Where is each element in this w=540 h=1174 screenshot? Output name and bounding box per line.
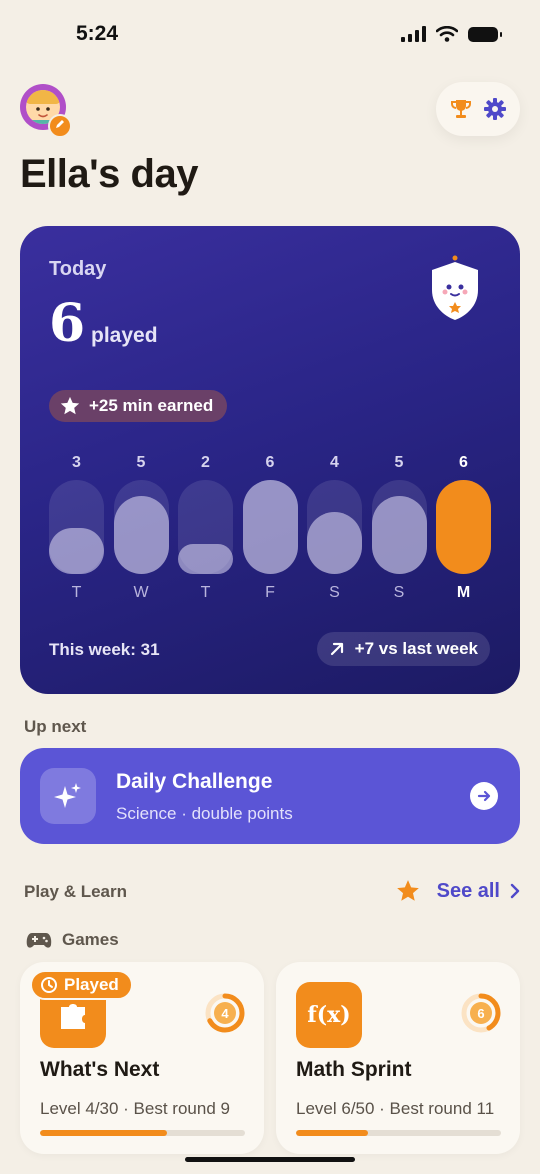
- bar-day-label: W: [133, 584, 149, 601]
- bar-value-label: 5: [136, 454, 146, 471]
- weekly-bar-chart: 3T5W2T6F4S5S6M: [49, 454, 491, 606]
- game-progress: [296, 1130, 501, 1136]
- bar-day-label: S: [393, 584, 405, 601]
- week-total: This week: 31: [49, 640, 160, 659]
- bar-track: [242, 480, 298, 574]
- daily-challenge-card[interactable]: Daily Challenge Science · double points: [20, 748, 520, 844]
- game-progress-fill: [40, 1130, 168, 1136]
- played-text: Played: [64, 975, 119, 994]
- sparkles-icon: [40, 768, 96, 824]
- bar-value-label: 6: [459, 454, 468, 471]
- game-progress: [40, 1130, 245, 1136]
- game-card-whats-next[interactable]: Played 4 What's Next Level 4/30 · Best r…: [20, 962, 264, 1154]
- arrow-right-icon[interactable]: [470, 782, 498, 810]
- see-all-link[interactable]: See all: [395, 878, 520, 904]
- bar: [436, 480, 491, 574]
- bar-column[interactable]: 6F: [242, 454, 298, 606]
- bar-column[interactable]: 6M: [436, 454, 491, 606]
- bar-track: [113, 480, 169, 574]
- game-progress-fill: [296, 1130, 368, 1136]
- level-ring: 4: [205, 993, 245, 1033]
- game-name: What's Next: [40, 1058, 160, 1081]
- ring-value: 6: [477, 1006, 484, 1021]
- battery-icon: [468, 26, 502, 42]
- status-bar: 5:24: [0, 0, 540, 70]
- bar-track: [436, 480, 491, 574]
- up-next-label: Up next: [24, 717, 87, 736]
- bar: [242, 480, 298, 574]
- challenge-subtitle: Science · double points: [116, 804, 293, 823]
- chevron-right-icon: [510, 883, 520, 899]
- bar-track: [178, 480, 233, 574]
- gear-icon[interactable]: [480, 94, 510, 124]
- bar-day-label: M: [456, 584, 471, 601]
- bar-column[interactable]: 3T: [49, 454, 104, 606]
- ring-value: 4: [221, 1006, 229, 1021]
- bar: [113, 496, 169, 574]
- wifi-icon: [436, 26, 458, 42]
- gamepad-icon: [26, 933, 52, 948]
- game-level: Level 6/50 · Best round 11: [296, 1099, 495, 1118]
- bar: [371, 496, 427, 574]
- played-badge: Played: [30, 970, 133, 1000]
- status-icons: [401, 26, 502, 42]
- challenge-title: Daily Challenge: [116, 770, 273, 793]
- bar-day-label: T: [200, 584, 211, 601]
- avatar[interactable]: [20, 84, 72, 138]
- today-label: Today: [49, 258, 107, 280]
- tile-text: f(x): [307, 1002, 351, 1028]
- week-delta-text: +7 vs last week: [354, 639, 478, 658]
- bar-column[interactable]: 2T: [178, 454, 233, 606]
- earned-badge: +25 min earned: [49, 390, 228, 422]
- bar: [178, 544, 233, 574]
- trophy-icon[interactable]: [446, 94, 476, 124]
- bar: [307, 512, 362, 574]
- pencil-icon[interactable]: [48, 114, 72, 138]
- games-heading: Games: [26, 930, 119, 950]
- bar-track: [49, 480, 104, 574]
- star-icon: [60, 396, 80, 415]
- week-delta-badge: +7 vs last week: [316, 632, 490, 666]
- play-learn-label: Play & Learn: [24, 882, 127, 901]
- bar-value-label: 2: [201, 454, 210, 471]
- games-label: Games: [62, 930, 119, 949]
- star-icon: [396, 880, 419, 901]
- game-name: Math Sprint: [296, 1058, 412, 1081]
- bar-column[interactable]: 5S: [371, 454, 427, 606]
- today-count: 6: [49, 293, 86, 354]
- bar-track: [371, 480, 427, 574]
- signal-bars-icon: [401, 26, 426, 42]
- bar-value-label: 4: [330, 454, 339, 471]
- bar-value-label: 5: [394, 454, 404, 471]
- shield-mascot-icon: [432, 255, 478, 320]
- arrow-up-right-icon: [330, 642, 343, 656]
- bar-day-label: T: [71, 584, 82, 601]
- today-unit: played: [91, 324, 158, 347]
- game-card-math-sprint[interactable]: f(x) 6 Math Sprint Level 6/50 · Best rou…: [276, 962, 520, 1154]
- today-card[interactable]: Today 6 played +25 min earned 3T5W2T6F4S…: [20, 226, 520, 694]
- bar-day-label: S: [329, 584, 340, 601]
- game-level: Level 4/30 · Best round 9: [40, 1099, 230, 1118]
- bar-column[interactable]: 5W: [113, 454, 169, 606]
- bar-column[interactable]: 4S: [307, 454, 362, 606]
- level-ring: 6: [461, 993, 501, 1033]
- bar-track: [307, 480, 362, 574]
- bar-day-label: F: [265, 584, 275, 601]
- page-title: Ella's day: [20, 152, 198, 196]
- status-time: 5:24: [76, 22, 119, 45]
- bar-value-label: 3: [72, 454, 81, 471]
- top-actions: [436, 82, 520, 136]
- history-icon: [41, 977, 57, 993]
- function-icon: f(x): [296, 982, 362, 1048]
- bar: [49, 528, 104, 574]
- see-all-text: See all: [436, 879, 500, 902]
- earned-text: +25 min earned: [89, 396, 214, 415]
- bar-value-label: 6: [265, 454, 275, 471]
- home-indicator[interactable]: [185, 1157, 355, 1162]
